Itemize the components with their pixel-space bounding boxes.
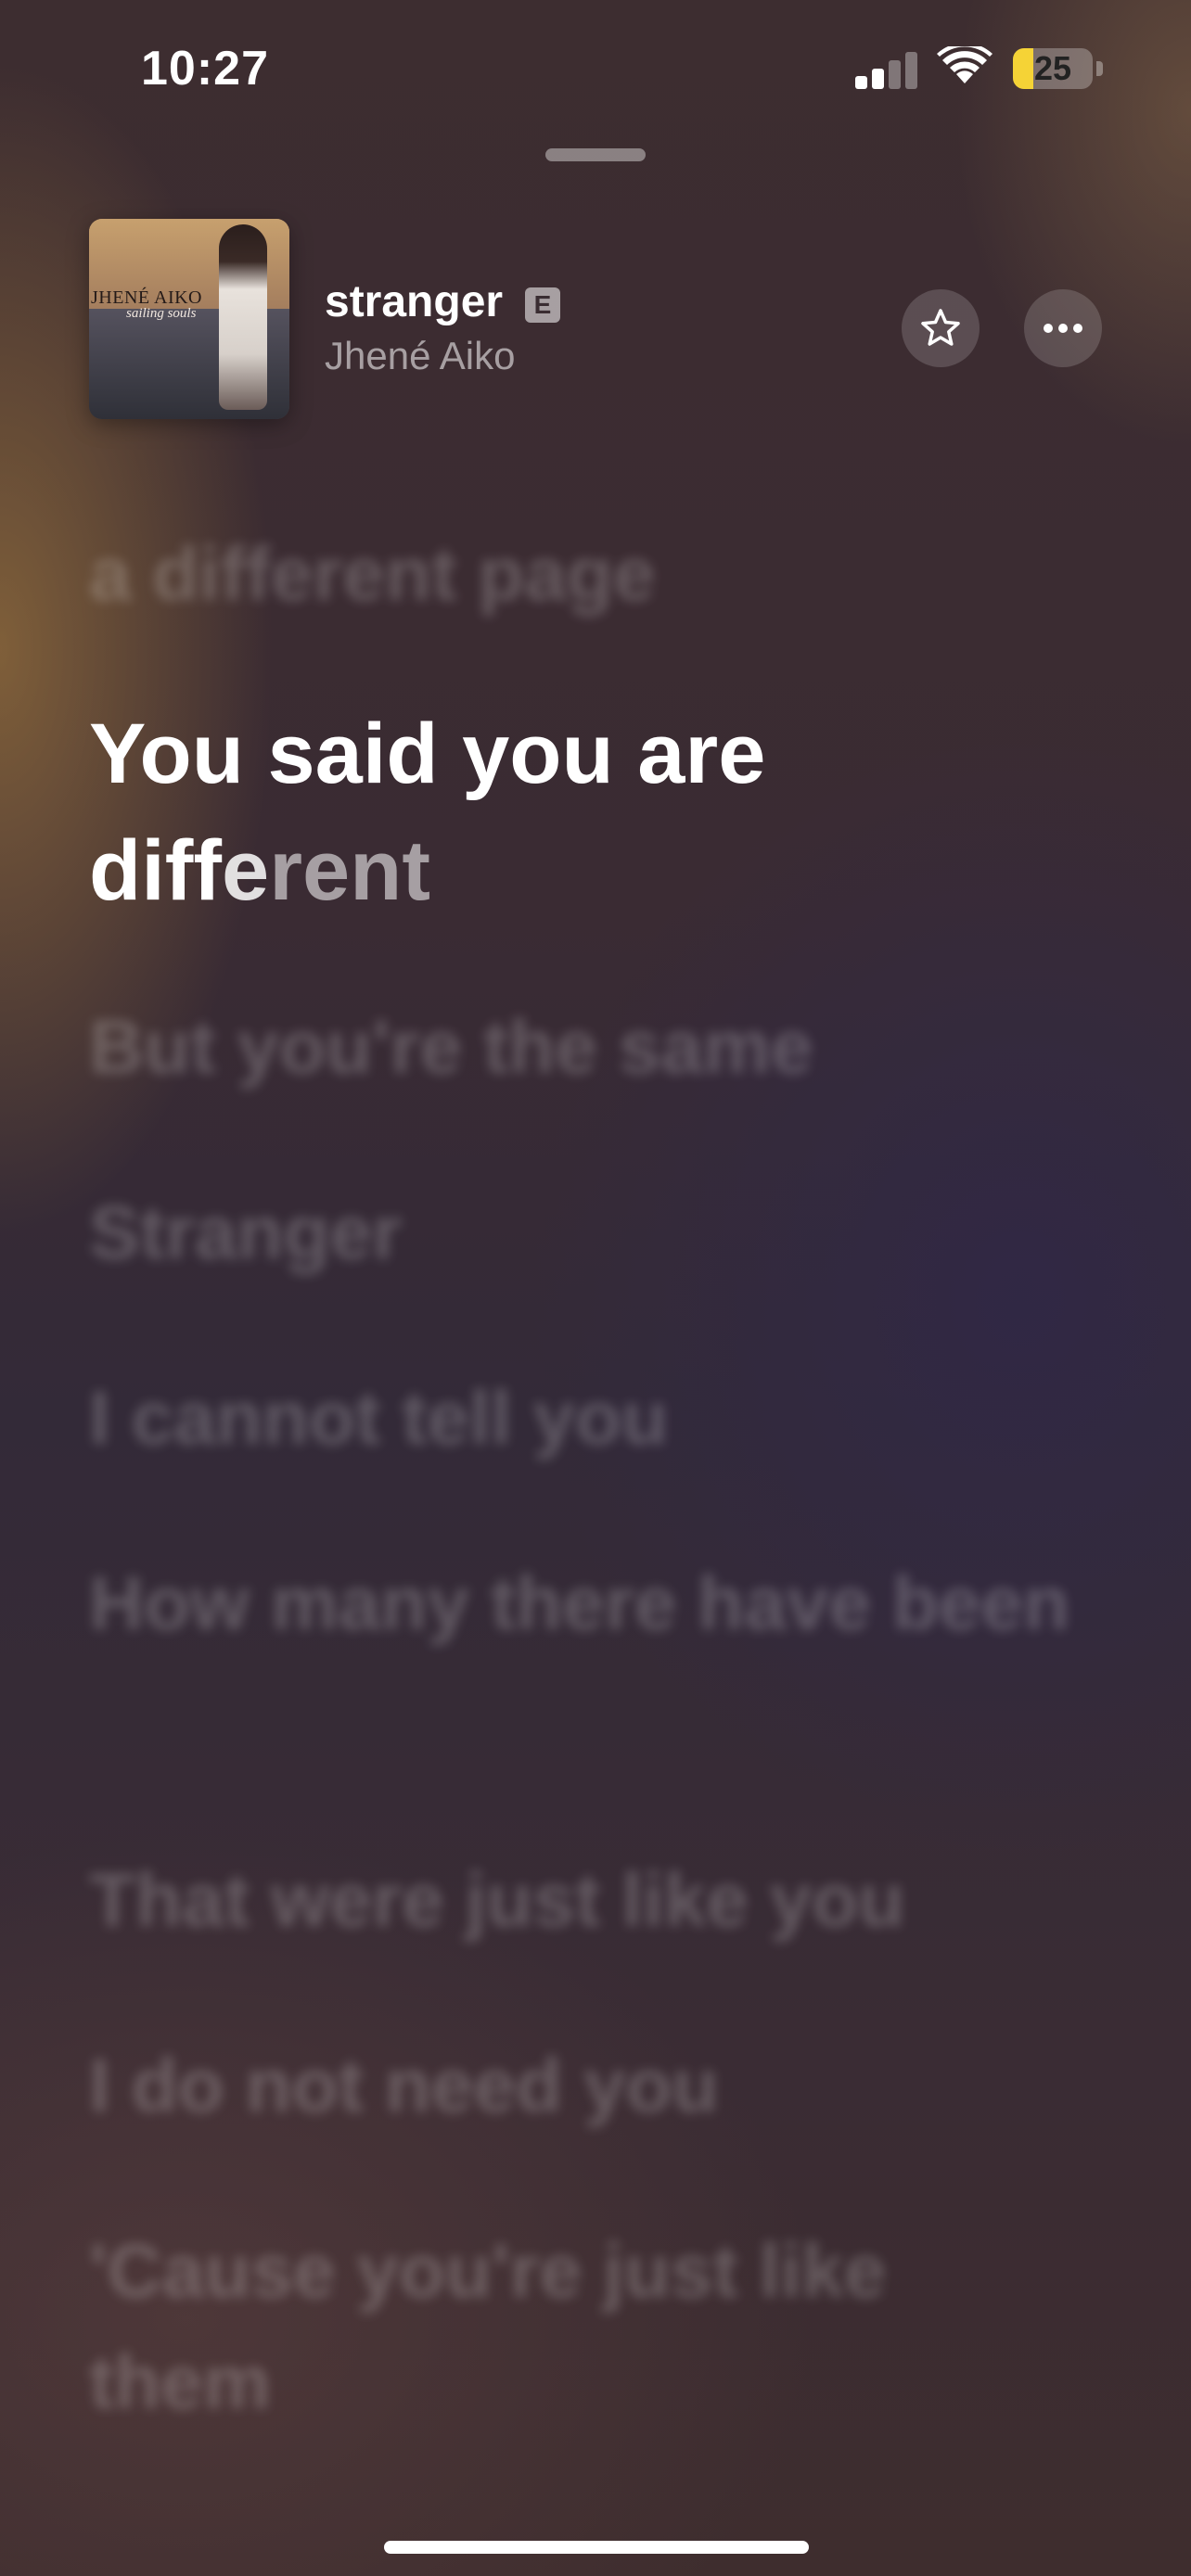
- lyric-line[interactable]: How many there have been: [89, 1549, 1072, 1660]
- more-options-button[interactable]: [1024, 289, 1102, 367]
- lyric-singing-part: e: [222, 823, 270, 918]
- lyric-current-line2: different: [89, 812, 1109, 929]
- lyric-line-current[interactable]: You said you are different: [89, 695, 1109, 929]
- album-artwork[interactable]: JHENÉ AIKO sailing souls: [89, 219, 289, 419]
- cellular-signal-icon: [855, 50, 918, 89]
- lyric-line[interactable]: I cannot tell you: [89, 1363, 1128, 1474]
- artwork-album-text: sailing souls: [126, 306, 197, 321]
- lyric-line[interactable]: But you're the same: [89, 992, 1128, 1103]
- lyric-line-previous[interactable]: a different page: [89, 519, 1128, 631]
- sheet-grabber[interactable]: [545, 148, 646, 161]
- explicit-badge: E: [525, 287, 560, 323]
- star-icon: [921, 309, 960, 346]
- lyric-line[interactable]: I do not need you: [89, 2031, 1128, 2142]
- ellipsis-icon: [1044, 324, 1082, 333]
- battery-percent: 25: [1033, 49, 1072, 87]
- favorite-button[interactable]: [902, 289, 980, 367]
- lyric-unsung-part: rent: [269, 823, 431, 918]
- song-title[interactable]: stranger: [325, 276, 503, 327]
- lyric-line[interactable]: Stranger: [89, 1178, 1128, 1289]
- lyric-line[interactable]: That were just like you: [89, 1845, 1128, 1957]
- wifi-icon: [937, 46, 992, 83]
- battery-nub: [1096, 61, 1103, 76]
- artist-name[interactable]: Jhené Aiko: [325, 334, 516, 378]
- lyric-sung-part: diff: [89, 823, 223, 918]
- status-bar: 10:27 25: [0, 0, 1191, 139]
- lyric-line[interactable]: 'Cause you're just like them: [89, 2216, 1072, 2439]
- home-indicator[interactable]: [384, 2541, 809, 2554]
- battery-icon: 25: [1013, 48, 1093, 89]
- lyric-current-line1: You said you are: [89, 707, 766, 801]
- status-time: 10:27: [141, 42, 269, 96]
